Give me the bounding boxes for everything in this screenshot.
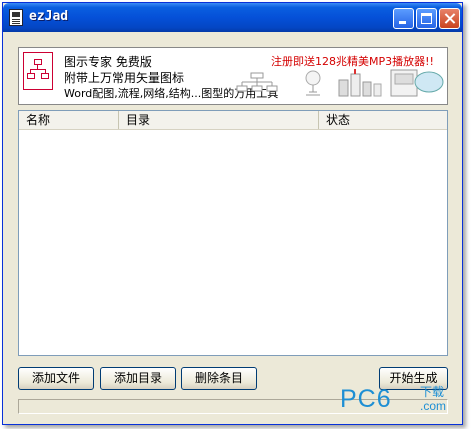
promo-banner[interactable]: 图示专家 免费版 附带上万常用矢量图标 Word配图,流程,网络,结构...图型… [18, 47, 448, 105]
column-header-directory[interactable]: 目录 [119, 111, 319, 129]
watermark-text: PC6 [340, 385, 392, 413]
close-button[interactable] [439, 8, 460, 29]
screen-thumbnail-icon [390, 69, 444, 97]
watermark-domain: .com [420, 399, 447, 413]
document-icon[interactable] [9, 9, 23, 26]
banner-line-1: 图示专家 免费版 [64, 55, 152, 69]
window-title: ezJad [29, 9, 69, 24]
app-window: ezJad 图示专家 免费版 附带上万常用矢量图标 Word配图,流程,网络,结… [2, 2, 463, 425]
site-watermark: PC6 下载 .com [340, 383, 460, 421]
delete-item-button[interactable]: 删除条目 [181, 367, 257, 390]
column-header-name[interactable]: 名称 [19, 111, 119, 129]
watermark-sub: 下载 [420, 385, 445, 399]
globe-thumbnail-icon [305, 70, 321, 96]
minimize-button[interactable] [393, 8, 414, 29]
title-bar[interactable]: ezJad [3, 3, 462, 32]
org-chart-logo-icon [23, 52, 53, 90]
file-list[interactable]: 名称 目录 状态 [18, 110, 448, 356]
bottles-thumbnail-icon [338, 69, 382, 97]
add-directory-button[interactable]: 添加目录 [100, 367, 176, 390]
flowchart-thumbnail-icon [236, 72, 278, 92]
banner-line-2: 附带上万常用矢量图标 [64, 71, 185, 85]
maximize-button[interactable] [416, 8, 437, 29]
column-header-status[interactable]: 状态 [319, 111, 447, 129]
add-file-button[interactable]: 添加文件 [18, 367, 94, 390]
list-header: 名称 目录 状态 [19, 111, 447, 130]
